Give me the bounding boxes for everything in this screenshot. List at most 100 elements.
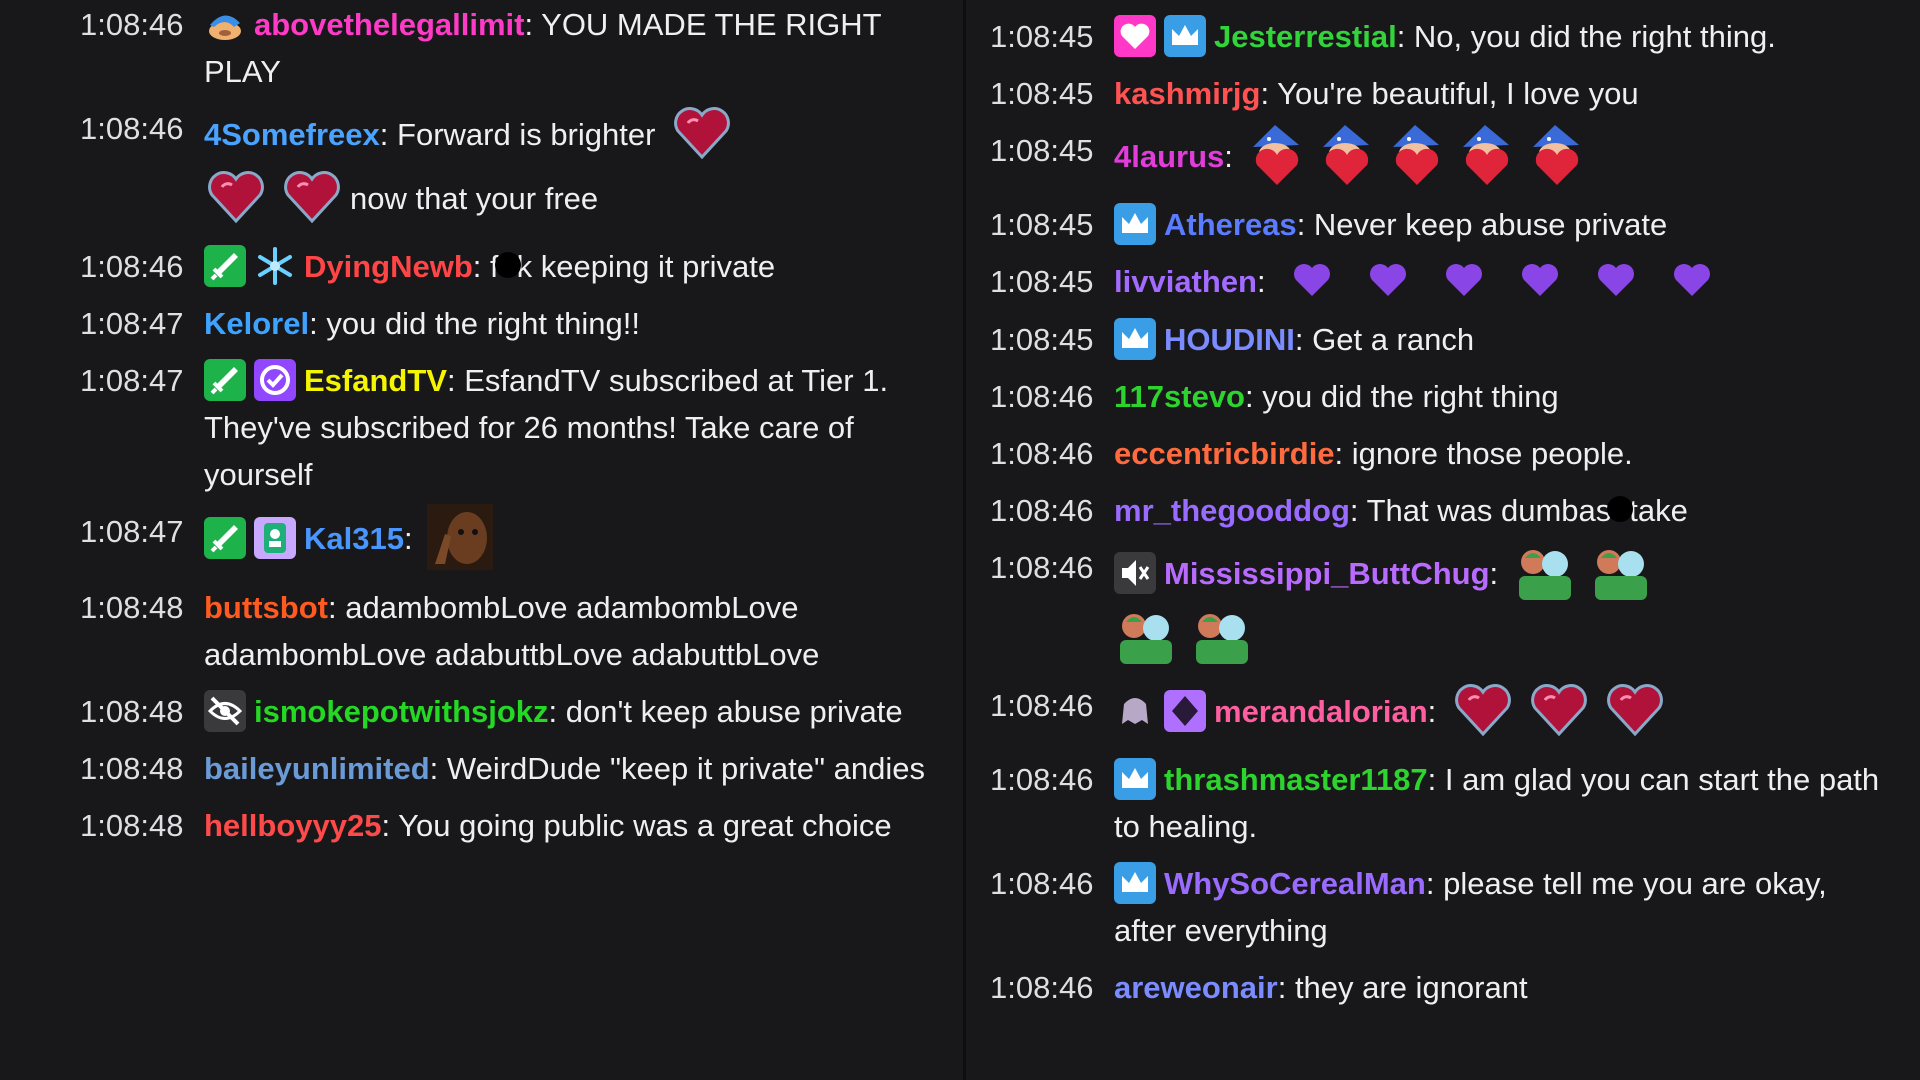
- mute-badge-icon: [1114, 551, 1156, 594]
- timestamp: 1:08:46: [80, 7, 184, 42]
- username[interactable]: hellboyyy25: [204, 808, 381, 843]
- username[interactable]: merandalorian: [1214, 694, 1428, 729]
- chat-message: 1:08:48 hellboyyy25: You going public wa…: [80, 802, 960, 849]
- chat-message: 1:08:46 Mississippi_ButtChug:: [990, 544, 1890, 672]
- purple-heart-icon: [1442, 258, 1486, 302]
- sub-badge-icon: [254, 517, 296, 559]
- timestamp: 1:08:47: [80, 514, 184, 549]
- message-text: take: [1629, 492, 1688, 528]
- chat-message: 1:08:46 4Somefreex: Forward is brighter …: [80, 105, 960, 233]
- message-text: Never keep abuse private: [1313, 207, 1668, 242]
- username[interactable]: mr_thegooddog: [1114, 493, 1350, 528]
- username[interactable]: 4Somefreex: [204, 117, 380, 152]
- message-text: k keeping it private: [516, 249, 776, 284]
- timestamp: 1:08:46: [990, 969, 1094, 1005]
- username[interactable]: thrashmaster1187: [1164, 762, 1428, 797]
- wizard-heart-emote-icon: [1525, 123, 1589, 187]
- username[interactable]: 117stevo: [1114, 379, 1245, 414]
- username[interactable]: 4laurus: [1114, 139, 1224, 174]
- username[interactable]: buttsbot: [204, 590, 328, 625]
- ghost-badge-icon: [1114, 690, 1156, 732]
- username[interactable]: ismokepotwithsjokz: [254, 694, 549, 729]
- username[interactable]: WhySoCerealMan: [1164, 866, 1426, 901]
- message-text: they are ignorant: [1294, 969, 1528, 1005]
- timestamp: 1:08:48: [80, 751, 184, 786]
- hug-emote-icon: [1513, 540, 1577, 604]
- crown-badge-icon: [1114, 757, 1156, 800]
- username[interactable]: EsfandTV: [304, 363, 447, 398]
- timestamp: 1:08:48: [80, 808, 184, 843]
- username[interactable]: DyingNewb: [304, 249, 473, 284]
- snowflake-badge-icon: [254, 245, 296, 287]
- message-text: ignore those people.: [1351, 435, 1633, 471]
- heart-emote-icon: [280, 165, 344, 229]
- message-text: Get a ranch: [1312, 321, 1475, 357]
- username[interactable]: HOUDINI: [1164, 322, 1295, 357]
- crown-badge-icon: [1114, 861, 1156, 904]
- column-divider: [963, 0, 966, 1080]
- timestamp: 1:08:47: [80, 363, 184, 398]
- message-text: That was dumbas: [1366, 492, 1612, 528]
- chat-message: 1:08:45 Athereas: Never keep abuse priva…: [990, 201, 1890, 248]
- chat-message: 1:08:46 eccentricbirdie: ignore those pe…: [990, 430, 1890, 477]
- heart-emote-icon: [1451, 678, 1515, 742]
- username[interactable]: Athereas: [1164, 207, 1297, 242]
- message-text: you did the right thing!!: [326, 306, 640, 341]
- username[interactable]: abovethelegallimit: [254, 7, 524, 42]
- timestamp: 1:08:47: [80, 306, 184, 341]
- message-text: No, you did the right thing.: [1413, 19, 1776, 54]
- timestamp: 1:08:45: [990, 133, 1094, 168]
- chat-message: 1:08:45 Jesterrestial: No, you did the r…: [990, 13, 1890, 60]
- heart-emote-icon: [204, 165, 268, 229]
- message-text: You're beautiful, I love you: [1277, 76, 1639, 111]
- wizard-heart-emote-icon: [1245, 123, 1309, 187]
- purple-heart-icon: [1670, 258, 1714, 302]
- username[interactable]: eccentricbirdie: [1114, 436, 1335, 471]
- chat-message: 1:08:45 4laurus:: [990, 125, 1890, 191]
- purple-heart-icon: [1290, 258, 1334, 302]
- chat-message: 1:08:47 Kelorel: you did the right thing…: [80, 300, 960, 347]
- username[interactable]: areweonair: [1114, 970, 1278, 1005]
- chat-message: 1:08:45 kashmirjg: You're beautiful, I l…: [990, 70, 1890, 117]
- timestamp: 1:08:48: [80, 590, 184, 625]
- chat-message: 1:08:47 EsfandTV: EsfandTV subscribed at…: [80, 357, 960, 498]
- timestamp: 1:08:46: [990, 865, 1094, 901]
- chat-message: 1:08:46 abovethelegallimit: YOU MADE THE…: [80, 1, 960, 95]
- crown-badge-icon: [1164, 14, 1206, 57]
- timestamp: 1:08:45: [990, 19, 1094, 54]
- purple-heart-icon: [1594, 258, 1638, 302]
- wizard-heart-emote-icon: [1315, 123, 1379, 187]
- chat-message: 1:08:48 baileyunlimited: WeirdDude "keep…: [80, 745, 960, 792]
- cap-badge-icon: [204, 3, 246, 45]
- chat-message: 1:08:48 ismokepotwithsjokz: don't keep a…: [80, 688, 960, 735]
- thinking-face-emote-icon: [427, 504, 494, 570]
- timestamp: 1:08:46: [990, 687, 1094, 723]
- timestamp: 1:08:45: [990, 264, 1094, 299]
- username[interactable]: kashmirjg: [1114, 76, 1260, 111]
- chat-message: 1:08:46 mr_thegooddog: That was dumbas ta…: [990, 487, 1890, 534]
- timestamp: 1:08:46: [80, 111, 184, 146]
- wizard-heart-emote-icon: [1455, 123, 1519, 187]
- crown-badge-icon: [1114, 202, 1156, 245]
- username[interactable]: baileyunlimited: [204, 751, 430, 786]
- username[interactable]: livviathen: [1114, 264, 1257, 299]
- timestamp: 1:08:46: [990, 378, 1094, 414]
- heart-emote-icon: [1527, 678, 1591, 742]
- verified-badge-icon: [254, 358, 296, 401]
- timestamp: 1:08:46: [990, 492, 1094, 528]
- timestamp: 1:08:45: [990, 207, 1094, 242]
- username[interactable]: Kal315: [304, 521, 404, 556]
- timestamp: 1:08:45: [990, 321, 1094, 357]
- purple-heart-icon: [1518, 258, 1562, 302]
- chat-message: 1:08:46 WhySoCerealMan: please tell me y…: [990, 860, 1890, 954]
- timestamp: 1:08:46: [990, 549, 1094, 585]
- username[interactable]: Kelorel: [204, 306, 309, 341]
- username[interactable]: Jesterrestial: [1214, 19, 1397, 54]
- chat-message: 1:08:46 areweonair: they are ignorant: [990, 964, 1890, 1011]
- heart-emote-icon: [1603, 678, 1667, 742]
- gem-badge-icon: [1164, 689, 1206, 732]
- timestamp: 1:08:46: [990, 435, 1094, 471]
- message-text: You going public was a great choice: [398, 808, 892, 843]
- message-text: Forward is brighter: [397, 117, 656, 153]
- username[interactable]: Mississippi_ButtChug: [1164, 556, 1490, 591]
